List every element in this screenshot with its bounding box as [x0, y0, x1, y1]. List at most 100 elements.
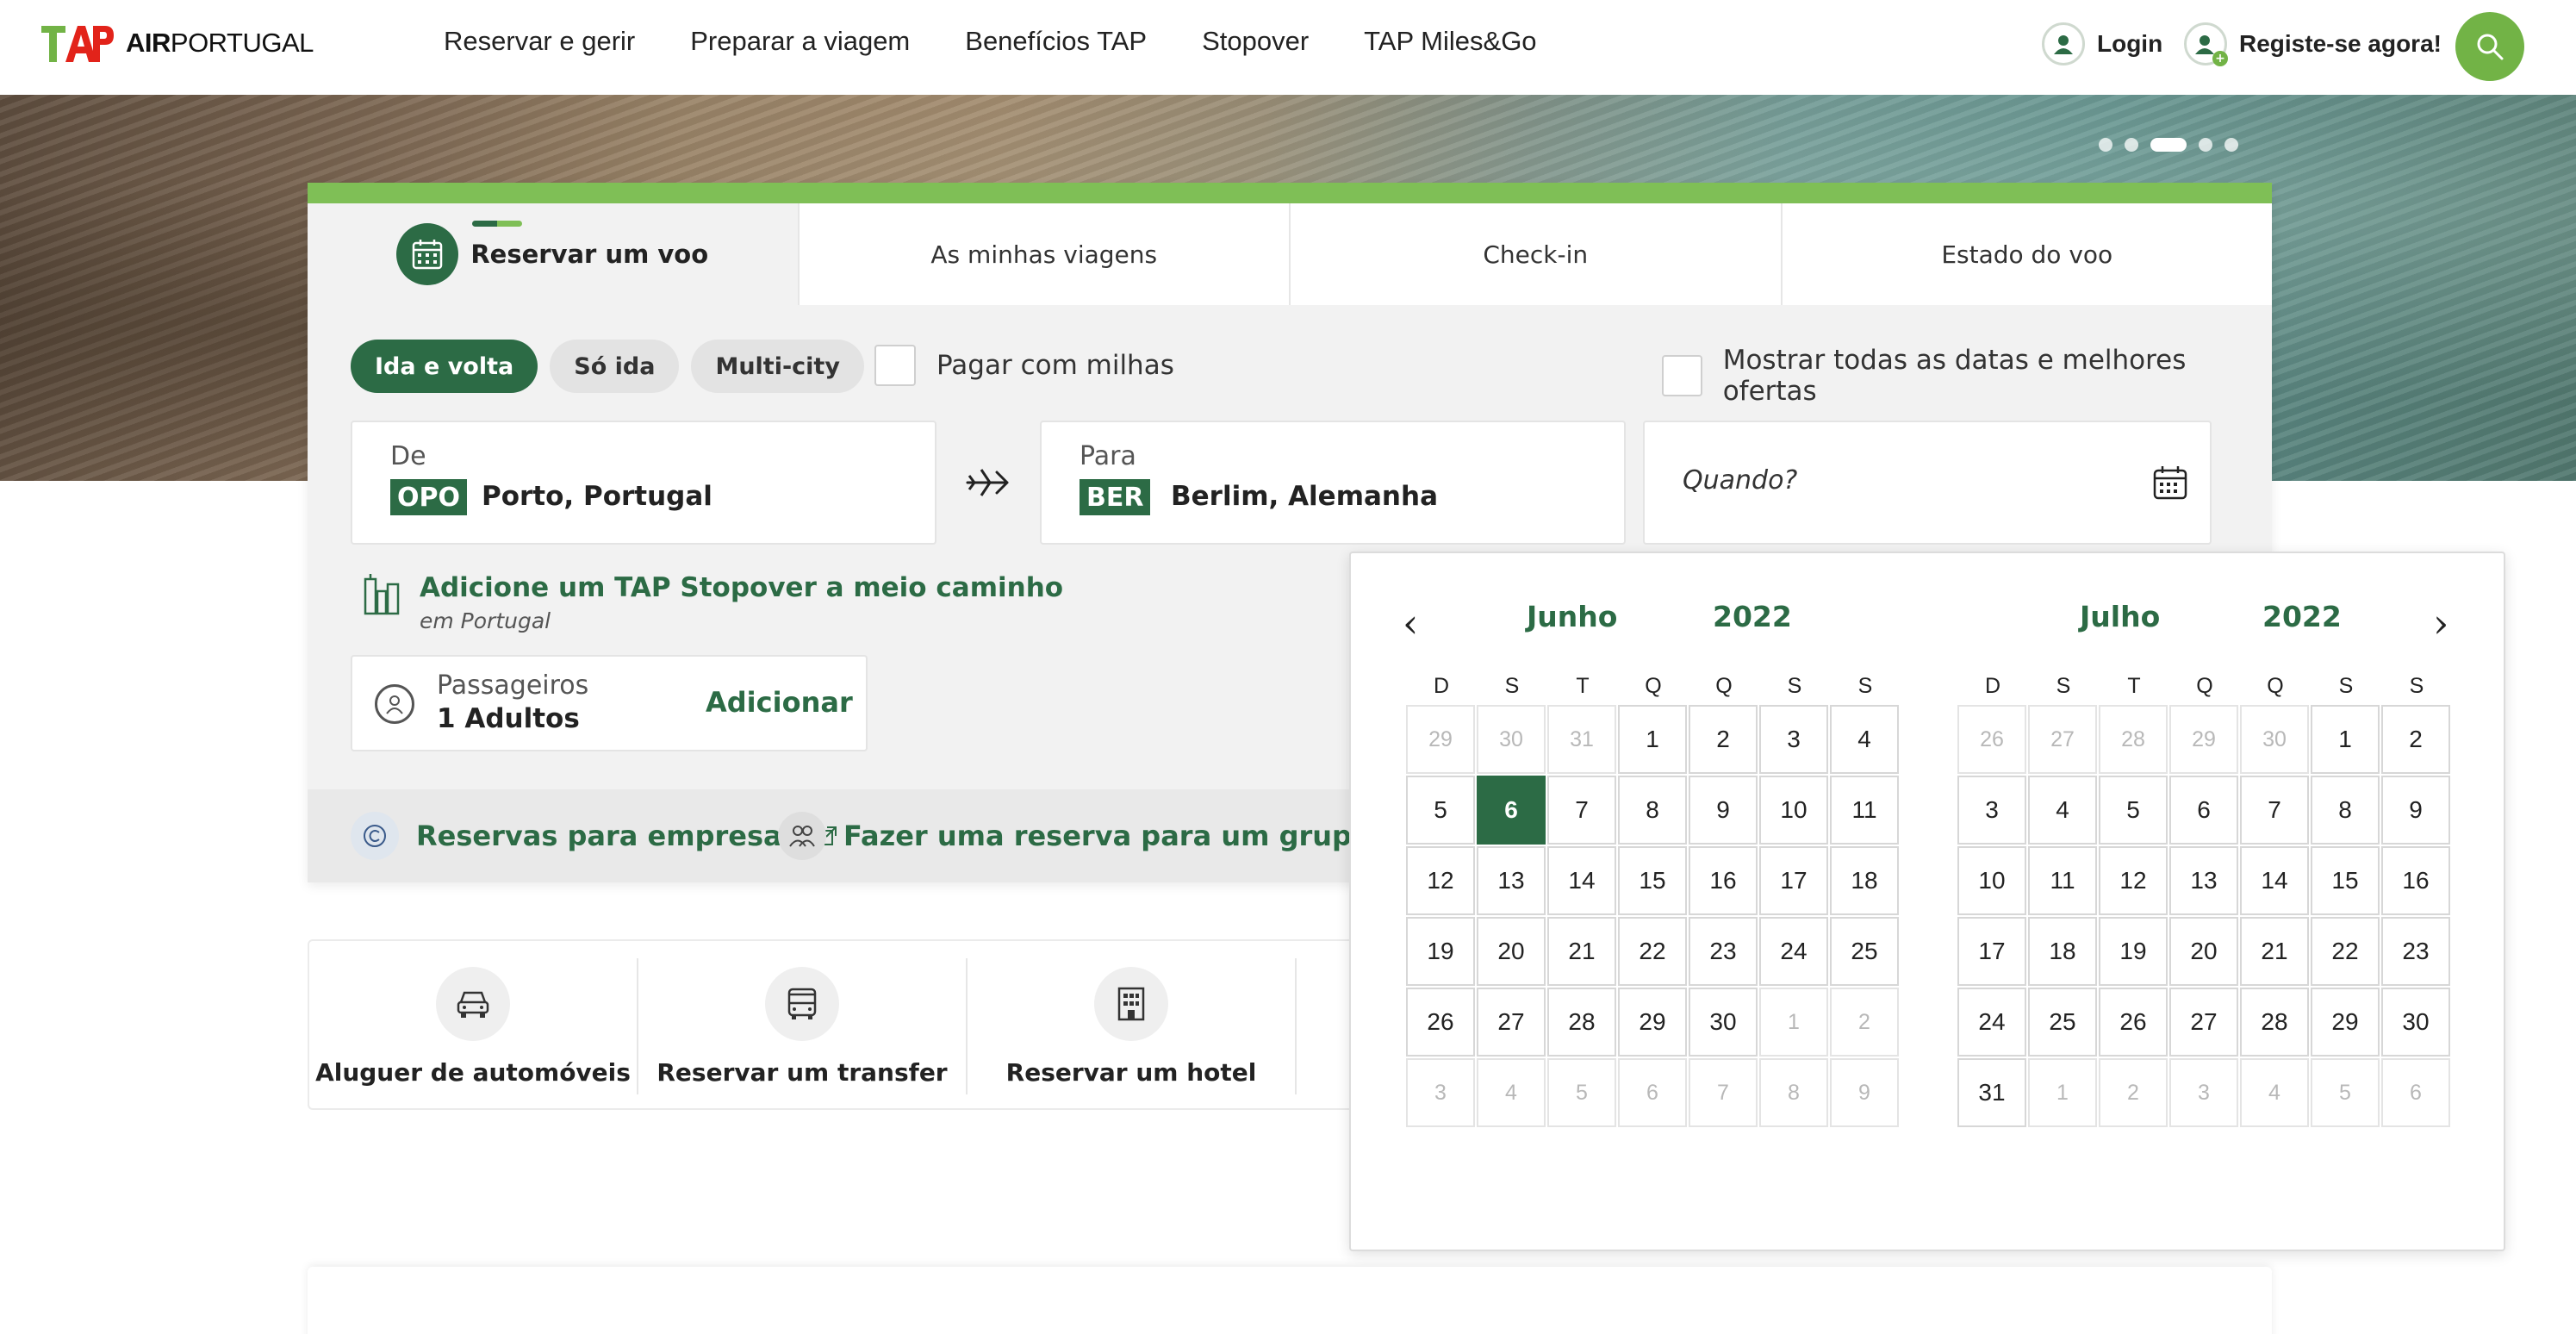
calendar-day[interactable]: 27: [1477, 988, 1546, 1057]
calendar-day[interactable]: 1: [2311, 705, 2380, 774]
calendar-day[interactable]: 3: [1759, 705, 1828, 774]
calendar-day[interactable]: 21: [2240, 917, 2309, 986]
calendar-day[interactable]: 15: [1618, 846, 1687, 915]
year-select[interactable]: 2022: [1713, 600, 1792, 633]
calendar-day[interactable]: 27: [2169, 988, 2238, 1057]
nav-beneficios-tap[interactable]: Benefícios TAP: [965, 26, 1147, 57]
year-select[interactable]: 2022: [2262, 600, 2342, 633]
month-select[interactable]: Julho: [2080, 600, 2160, 633]
calendar-day[interactable]: 16: [1689, 846, 1758, 915]
calendar-day[interactable]: 10: [1957, 846, 2026, 915]
calendar-day[interactable]: 16: [2381, 846, 2450, 915]
destination-field[interactable]: Para BER Berlim, Alemanha: [1040, 421, 1626, 545]
origin-field[interactable]: De OPO Porto, Portugal: [351, 421, 936, 545]
carousel-dot[interactable]: [2099, 138, 2112, 152]
calendar-day[interactable]: 26: [2099, 988, 2168, 1057]
calendar-day[interactable]: 18: [1830, 846, 1899, 915]
calendar-day[interactable]: 23: [1689, 917, 1758, 986]
carousel-dot[interactable]: [2199, 138, 2212, 152]
tab-reservar-um-voo[interactable]: Reservar um voo: [308, 203, 798, 305]
calendar-day[interactable]: 20: [2169, 917, 2238, 986]
show-all-dates-checkbox[interactable]: [1662, 355, 1702, 396]
calendar-day[interactable]: 19: [2099, 917, 2168, 986]
calendar-day[interactable]: 17: [1957, 917, 2026, 986]
calendar-day[interactable]: 30: [1689, 988, 1758, 1057]
calendar-day[interactable]: 12: [2099, 846, 2168, 915]
trip-type-one-way[interactable]: Só ida: [550, 340, 680, 393]
nav-stopover[interactable]: Stopover: [1202, 26, 1309, 57]
calendar-day[interactable]: 5: [2099, 776, 2168, 845]
stopover-link[interactable]: Adicione um TAP Stopover a meio caminho …: [363, 572, 1063, 633]
nav-preparar-a-viagem[interactable]: Preparar a viagem: [690, 26, 910, 57]
calendar-day[interactable]: 20: [1477, 917, 1546, 986]
tab-minhas-viagens[interactable]: As minhas viagens: [797, 203, 1289, 305]
calendar-day[interactable]: 29: [2311, 988, 2380, 1057]
swap-airports-button[interactable]: [960, 455, 1015, 510]
calendar-day[interactable]: 9: [1689, 776, 1758, 845]
calendar-day[interactable]: 2: [2381, 705, 2450, 774]
calendar-day[interactable]: 24: [1759, 917, 1828, 986]
calendar-day[interactable]: 22: [2311, 917, 2380, 986]
date-field[interactable]: Quando?: [1643, 421, 2212, 545]
service-car-rental[interactable]: Aluguer de automóveis: [309, 941, 637, 1112]
login-link[interactable]: Login: [2042, 22, 2162, 65]
calendar-day[interactable]: 6: [2169, 776, 2238, 845]
calendar-day[interactable]: 29: [1618, 988, 1687, 1057]
carousel-dot[interactable]: [2125, 138, 2138, 152]
calendar-day[interactable]: 19: [1406, 917, 1475, 986]
calendar-day[interactable]: 31: [1957, 1058, 2026, 1127]
month-select[interactable]: Junho: [1527, 600, 1617, 633]
calendar-day[interactable]: 4: [2028, 776, 2097, 845]
calendar-day[interactable]: 13: [1477, 846, 1546, 915]
service-hotel[interactable]: Reservar um hotel: [968, 941, 1295, 1112]
calendar-day[interactable]: 30: [2381, 988, 2450, 1057]
calendar-day[interactable]: 5: [1406, 776, 1475, 845]
calendar-day[interactable]: 12: [1406, 846, 1475, 915]
calendar-day[interactable]: 14: [2240, 846, 2309, 915]
passengers-field[interactable]: Passageiros 1 Adultos Adicionar: [351, 655, 868, 751]
tab-estado-do-voo[interactable]: Estado do voo: [1780, 203, 2272, 305]
prev-month-button[interactable]: ‹: [1403, 603, 1418, 643]
tab-check-in[interactable]: Check-in: [1289, 203, 1781, 305]
pay-with-miles-option[interactable]: Pagar com milhas: [874, 345, 1174, 386]
calendar-day[interactable]: 3: [1957, 776, 2026, 845]
calendar-day[interactable]: 21: [1547, 917, 1616, 986]
calendar-day[interactable]: 8: [1618, 776, 1687, 845]
calendar-day-selected[interactable]: 6: [1477, 776, 1546, 845]
calendar-day[interactable]: 26: [1406, 988, 1475, 1057]
show-all-dates-option[interactable]: Mostrar todas as datas e melhores oferta…: [1662, 345, 2272, 407]
calendar-day[interactable]: 13: [2169, 846, 2238, 915]
calendar-day[interactable]: 25: [1830, 917, 1899, 986]
calendar-day[interactable]: 17: [1759, 846, 1828, 915]
nav-tap-miles-go[interactable]: TAP Miles&Go: [1364, 26, 1536, 57]
tap-logo[interactable]: AIRPORTUGAL: [40, 21, 314, 65]
calendar-day[interactable]: 22: [1618, 917, 1687, 986]
calendar-day[interactable]: 9: [2381, 776, 2450, 845]
calendar-day[interactable]: 23: [2381, 917, 2450, 986]
carousel-dot-active[interactable]: [2150, 138, 2187, 152]
calendar-day[interactable]: 28: [2240, 988, 2309, 1057]
trip-type-multi-city[interactable]: Multi-city: [691, 340, 864, 393]
calendar-day[interactable]: 28: [1547, 988, 1616, 1057]
add-passengers-button[interactable]: Adicionar: [706, 686, 853, 719]
calendar-day[interactable]: 18: [2028, 917, 2097, 986]
calendar-day[interactable]: 7: [2240, 776, 2309, 845]
calendar-day[interactable]: 7: [1547, 776, 1616, 845]
pay-with-miles-checkbox[interactable]: [874, 345, 916, 386]
calendar-day[interactable]: 1: [1618, 705, 1687, 774]
calendar-day[interactable]: 24: [1957, 988, 2026, 1057]
business-bookings-link[interactable]: Reservas para empresas: [351, 812, 838, 860]
calendar-day[interactable]: 25: [2028, 988, 2097, 1057]
trip-type-round-trip[interactable]: Ida e volta: [351, 340, 538, 393]
service-transfer[interactable]: Reservar um transfer: [638, 941, 966, 1112]
nav-reservar-e-gerir[interactable]: Reservar e gerir: [444, 26, 635, 57]
search-button[interactable]: [2455, 12, 2524, 81]
calendar-day[interactable]: 11: [1830, 776, 1899, 845]
calendar-day[interactable]: 10: [1759, 776, 1828, 845]
carousel-dot[interactable]: [2224, 138, 2238, 152]
calendar-day[interactable]: 15: [2311, 846, 2380, 915]
calendar-day[interactable]: 2: [1689, 705, 1758, 774]
next-month-button[interactable]: ›: [2433, 603, 2448, 643]
calendar-day[interactable]: 11: [2028, 846, 2097, 915]
calendar-day[interactable]: 14: [1547, 846, 1616, 915]
